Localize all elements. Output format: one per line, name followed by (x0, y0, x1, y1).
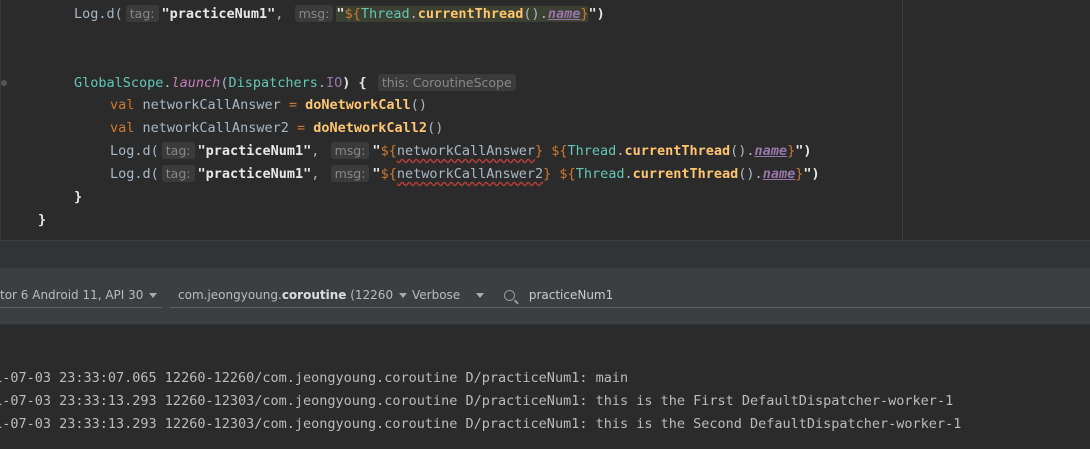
code-line-6[interactable]: Log.d(tag: "practiceNum1", msg: "${network… (110, 140, 811, 163)
device-dropdown[interactable]: tor 6 Android 11, API 30 (0, 282, 162, 308)
chevron-down-icon (476, 293, 485, 298)
code-line-3[interactable]: GlobalScope.launch(Dispatchers.IO) { thi… (74, 72, 519, 95)
receiver-type-hint: this: CoroutineScope (377, 74, 516, 91)
search-input[interactable]: practiceNum1 (529, 288, 613, 302)
msg-param-hint: msg: (330, 165, 370, 182)
msg-param-hint: msg: (294, 5, 334, 22)
msg-param-hint: msg: (330, 142, 370, 159)
log-level-dropdown[interactable]: Verbose (403, 282, 500, 308)
log-line: 21-07-03 23:33:13.293 12260-12303/com.je… (0, 416, 962, 432)
right-margin-guide (902, 0, 903, 240)
log-line: 21-07-03 23:33:07.065 12260-12260/com.je… (0, 370, 629, 386)
fold-marker-icon[interactable] (1, 80, 7, 86)
search-icon (504, 290, 515, 301)
tag-param-hint: tag: (161, 165, 195, 182)
log-search-field[interactable]: practiceNum1 (499, 282, 1090, 308)
logcat-toolbar: tor 6 Android 11, API 30 com.jeongyoung.… (0, 268, 1090, 324)
code-line-9[interactable]: } (38, 209, 46, 232)
logcat-output[interactable]: 21-07-03 23:33:07.065 12260-12260/com.je… (0, 324, 1090, 449)
code-line-4[interactable]: val networkCallAnswer = doNetworkCall() (110, 94, 427, 117)
code-line-8[interactable]: } (74, 186, 82, 209)
process-dropdown[interactable]: com.jeongyoung.coroutine (12260 (170, 282, 408, 308)
tag-param-hint: tag: (125, 5, 159, 22)
panel-splitter[interactable] (0, 240, 1090, 269)
log-line: 21-07-03 23:33:13.293 12260-12303/com.je… (0, 393, 954, 409)
chevron-down-icon (149, 293, 158, 298)
code-editor[interactable]: Log.d(tag: "practiceNum1", msg: "${Thread.… (0, 0, 1090, 240)
gutter-divider (0, 0, 1, 240)
code-line-1[interactable]: Log.d(tag: "practiceNum1", msg: "${Thread.… (74, 3, 605, 26)
code-line-7[interactable]: Log.d(tag: "practiceNum1", msg: "${network… (110, 163, 820, 186)
tag-param-hint: tag: (161, 142, 195, 159)
code-line-5[interactable]: val networkCallAnswer2 = doNetworkCall2(… (110, 117, 443, 140)
